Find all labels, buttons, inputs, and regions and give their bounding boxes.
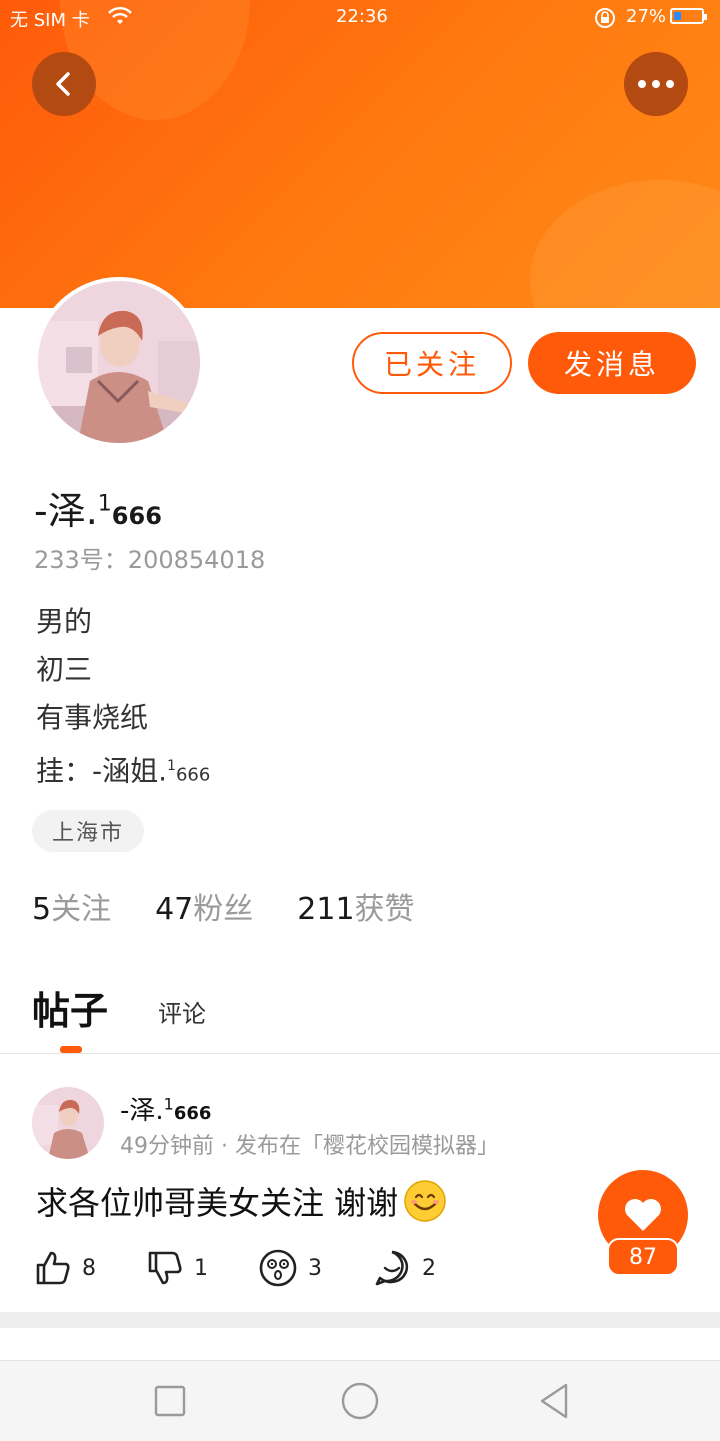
- more-button[interactable]: [624, 52, 688, 116]
- comment-count: 2: [422, 1255, 436, 1281]
- circle-icon: [341, 1382, 379, 1420]
- chevron-left-icon: [56, 72, 70, 96]
- battery-percent: 27%: [626, 6, 667, 27]
- likes-label: 获赞: [354, 892, 415, 927]
- profile-tabs: 帖子 评论: [32, 980, 206, 1035]
- location-tag[interactable]: 上海市: [32, 810, 145, 852]
- surprised-face-icon: [259, 1249, 297, 1287]
- bio: 男的 初三 有事烧纸 挂：-涵姐.1666: [36, 598, 210, 790]
- post-author-sub: 666: [173, 1103, 212, 1124]
- profile-header-banner: 无 SIM 卡 22:36 27%: [0, 0, 720, 308]
- more-dots-icon: [638, 80, 674, 88]
- fans-stat[interactable]: 47粉丝: [155, 884, 253, 928]
- likes-count: 211: [297, 892, 355, 927]
- battery-icon: [670, 8, 707, 24]
- tab-comments[interactable]: 评论: [158, 994, 206, 1035]
- post-actions: 8 1 3 2: [34, 1248, 486, 1288]
- like-button[interactable]: 8: [34, 1249, 96, 1287]
- post-meta: 49分钟前 · 发布在「樱花校园模拟器」: [120, 1134, 499, 1159]
- surprised-button[interactable]: 3: [258, 1248, 322, 1288]
- dislike-button[interactable]: 1: [146, 1249, 208, 1287]
- comment-button[interactable]: 2: [372, 1248, 436, 1288]
- profile-name: -泽.1666: [34, 480, 162, 535]
- home-button[interactable]: [340, 1381, 380, 1421]
- thumbs-up-icon: [36, 1251, 70, 1285]
- thumbs-down-icon: [148, 1251, 182, 1285]
- post-author-main: -泽.: [120, 1096, 164, 1126]
- surprised-count: 3: [308, 1255, 322, 1281]
- heart-icon: [625, 1199, 661, 1231]
- smile-emoji-icon: [404, 1180, 446, 1222]
- bio-line: 男的: [36, 605, 93, 638]
- likes-stat: 211获赞: [297, 884, 414, 928]
- system-nav-bar: [0, 1360, 720, 1441]
- bio-line: 挂：-涵姐.1666: [36, 742, 210, 790]
- post-content[interactable]: 求各位帅哥美女关注 谢谢: [36, 1178, 446, 1224]
- bio-line-main: 挂：-涵姐.: [36, 754, 168, 788]
- recent-apps-button[interactable]: [150, 1381, 190, 1421]
- clock: 22:36: [336, 6, 388, 27]
- wifi-icon: [108, 6, 132, 31]
- post-author-avatar[interactable]: [32, 1087, 104, 1159]
- triangle-back-icon: [540, 1383, 568, 1419]
- post-text: 求各位帅哥美女关注 谢谢: [36, 1184, 399, 1222]
- square-icon: [154, 1385, 186, 1417]
- user-id: 233号：200854018: [34, 546, 266, 574]
- comment-bubble-icon: [375, 1250, 409, 1286]
- bio-line: 初三: [36, 653, 93, 686]
- post-author-name[interactable]: -泽.1666: [120, 1090, 211, 1127]
- following-label: 关注: [51, 892, 112, 927]
- section-gap: [0, 1312, 720, 1328]
- bio-line-sub: 666: [175, 764, 211, 786]
- carrier-label: 无 SIM 卡: [10, 10, 90, 31]
- fans-count: 47: [155, 892, 194, 927]
- profile-name-sub: 666: [111, 502, 162, 530]
- followed-button[interactable]: 已关注: [352, 332, 512, 394]
- dislike-count: 1: [194, 1255, 208, 1281]
- fans-label: 粉丝: [193, 892, 254, 927]
- profile-name-main: -泽.: [34, 489, 98, 533]
- bio-line: 有事烧纸: [36, 701, 149, 734]
- following-count: 5: [32, 892, 52, 927]
- back-button[interactable]: [32, 52, 96, 116]
- send-message-button[interactable]: 发消息: [528, 332, 696, 394]
- bio-line-sup: 1: [167, 758, 176, 774]
- following-stat[interactable]: 5关注: [32, 884, 111, 928]
- like-count: 8: [82, 1255, 96, 1281]
- profile-name-sup: 1: [97, 491, 112, 517]
- profile-stats: 5关注 47粉丝 211获赞: [32, 884, 459, 928]
- status-bar: 无 SIM 卡 22:36 27%: [0, 0, 720, 36]
- active-tab-indicator: [60, 1046, 82, 1053]
- banner-decoration: [530, 180, 720, 308]
- divider: [0, 1053, 720, 1054]
- avatar[interactable]: [34, 277, 204, 447]
- rotation-lock-icon: [594, 7, 616, 34]
- heart-count-badge: 87: [607, 1238, 679, 1276]
- post-author-sup: 1: [163, 1094, 174, 1114]
- tab-posts[interactable]: 帖子: [32, 980, 108, 1035]
- back-nav-button[interactable]: [534, 1381, 574, 1421]
